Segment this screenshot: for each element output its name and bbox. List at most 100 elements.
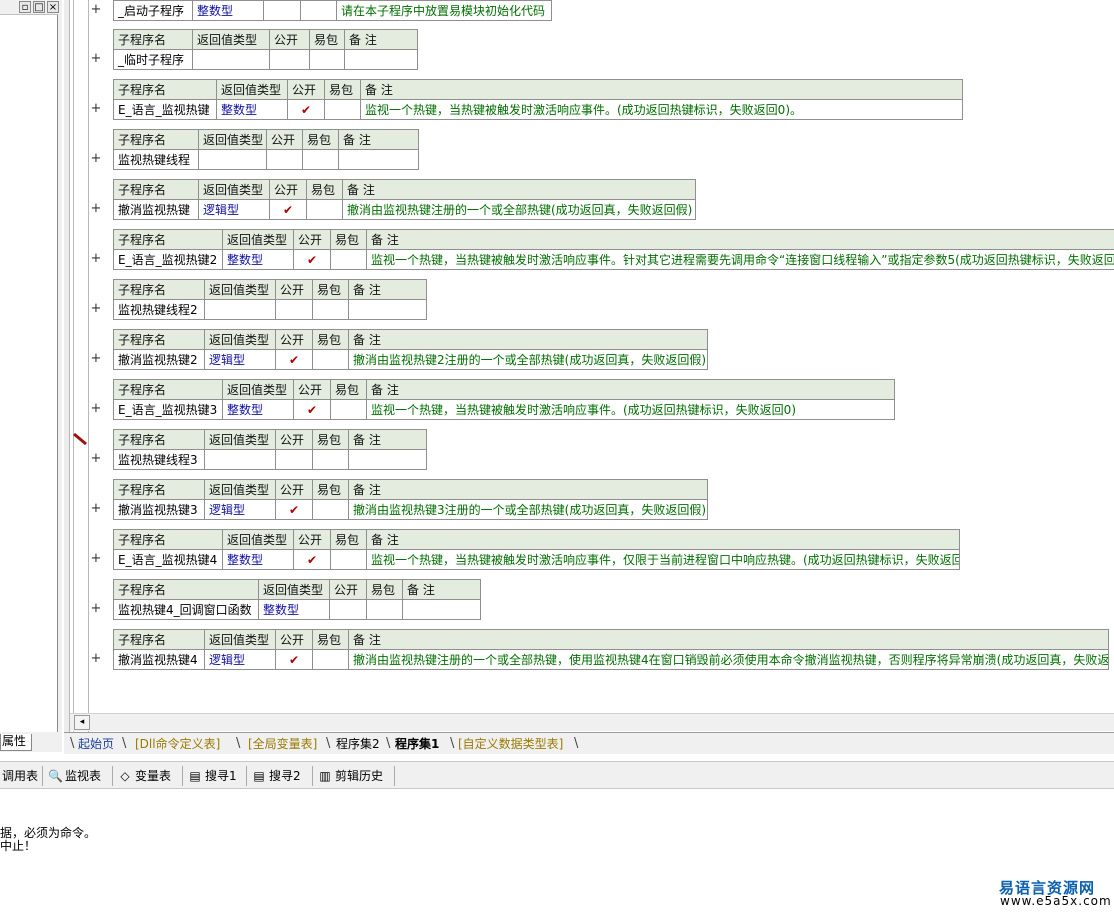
tool-0[interactable]: 调用表 (2, 767, 38, 785)
subroutine-name[interactable]: 撤消监视热键 (113, 199, 199, 220)
subroutine-name[interactable]: 监视热键线程3 (113, 449, 205, 470)
subroutine-name[interactable]: E_语言_监视热键 (113, 99, 217, 120)
easy-pack-flag[interactable] (312, 499, 349, 520)
easy-pack-flag[interactable] (312, 649, 349, 670)
tab-2[interactable]: [全局变量表] (248, 735, 317, 753)
remark[interactable]: 监视一个热键，当热键被触发时激活响应事件。(成功返回热键标识，失败返回0)。 (360, 99, 963, 120)
tab-0[interactable]: 起始页 (78, 735, 114, 753)
subroutine-name[interactable]: 撤消监视热键4 (113, 649, 205, 670)
subroutine-name[interactable]: E_语言_监视热键3 (113, 399, 223, 420)
subroutine-name[interactable]: 监视热键线程2 (113, 299, 205, 320)
expand-icon[interactable]: + (90, 251, 102, 267)
return-type[interactable] (204, 449, 276, 470)
minimize-icon[interactable]: ▫ (19, 1, 31, 13)
expand-icon[interactable]: + (90, 651, 102, 667)
easy-pack-flag[interactable] (330, 549, 367, 570)
tool-5[interactable]: ▥ 剪辑历史 (318, 767, 383, 785)
return-type[interactable] (204, 299, 276, 320)
expand-icon[interactable]: + (90, 551, 102, 567)
easy-pack-flag[interactable] (366, 599, 403, 620)
subroutine-name[interactable]: E_语言_监视热键2 (113, 249, 223, 270)
expand-icon[interactable]: + (90, 51, 102, 67)
restore-icon[interactable]: □ (33, 1, 45, 13)
easy-pack-flag[interactable] (330, 249, 367, 270)
return-type[interactable]: 逻辑型 (204, 349, 276, 370)
easy-pack-flag[interactable] (300, 0, 337, 21)
remark[interactable]: 监视一个热键，当热键被触发时激活响应事件，仅限于当前进程窗口中响应热键。(成功返… (366, 549, 960, 570)
expand-icon[interactable]: + (90, 201, 102, 217)
return-type[interactable]: 整数型 (222, 399, 294, 420)
easy-pack-flag[interactable] (312, 349, 349, 370)
remark[interactable]: 撤消由监视热键3注册的一个或全部热键(成功返回真，失败返回假) (348, 499, 708, 520)
tab-3[interactable]: 程序集2 (336, 735, 380, 753)
return-type[interactable]: 整数型 (258, 599, 330, 620)
expand-icon[interactable]: + (90, 451, 102, 467)
subroutine-name[interactable]: 监视热键线程 (113, 149, 199, 170)
check-icon[interactable]: ✔ (293, 399, 331, 420)
expand-icon[interactable]: + (90, 301, 102, 317)
expand-icon[interactable]: + (90, 2, 102, 18)
return-type[interactable]: 整数型 (222, 249, 294, 270)
close-icon[interactable]: × (47, 1, 59, 13)
tab-1[interactable]: [Dll命令定义表] (135, 735, 220, 753)
easy-pack-flag[interactable] (306, 199, 343, 220)
easy-pack-flag[interactable] (302, 149, 339, 170)
expand-icon[interactable]: + (90, 401, 102, 417)
remark[interactable] (348, 299, 427, 320)
return-type[interactable] (192, 49, 270, 70)
public-flag[interactable] (269, 49, 310, 70)
subroutine-name[interactable]: _启动子程序 (113, 0, 193, 21)
easy-pack-flag[interactable] (324, 99, 361, 120)
return-type[interactable]: 逻辑型 (204, 649, 276, 670)
remark[interactable] (348, 449, 427, 470)
tool-4[interactable]: ▤ 搜寻2 (252, 767, 300, 785)
check-icon[interactable]: ✔ (275, 649, 313, 670)
remark[interactable]: 请在本子程序中放置易模块初始化代码 (336, 0, 552, 21)
expand-icon[interactable]: + (90, 351, 102, 367)
return-type[interactable] (198, 149, 267, 170)
remark[interactable]: 监视一个热键，当热键被触发时激活响应事件。针对其它进程需要先调用命令“连接窗口线… (366, 249, 1114, 270)
return-type[interactable]: 整数型 (222, 549, 294, 570)
horizontal-scrollbar[interactable]: ◂ (70, 713, 1114, 731)
tool-1[interactable]: 🔍 监视表 (48, 767, 101, 785)
tab-5[interactable]: [自定义数据类型表] (458, 735, 563, 753)
check-icon[interactable]: ✔ (287, 99, 325, 120)
public-flag[interactable] (329, 599, 367, 620)
expand-icon[interactable]: + (90, 151, 102, 167)
tool-3[interactable]: ▤ 搜寻1 (188, 767, 236, 785)
remark[interactable] (402, 599, 481, 620)
expand-icon[interactable]: + (90, 601, 102, 617)
subroutine-name[interactable]: 撤消监视热键3 (113, 499, 205, 520)
tab-4[interactable]: 程序集1 (395, 735, 439, 753)
easy-pack-flag[interactable] (309, 49, 345, 70)
subroutine-name[interactable]: E_语言_监视热键4 (113, 549, 223, 570)
scroll-left-arrow-icon[interactable]: ◂ (74, 715, 90, 730)
public-flag[interactable] (266, 149, 303, 170)
easy-pack-flag[interactable] (312, 449, 349, 470)
public-flag[interactable] (275, 449, 313, 470)
tool-2[interactable]: ◇ 变量表 (118, 767, 171, 785)
return-type[interactable]: 整数型 (192, 0, 264, 21)
public-flag[interactable] (275, 299, 313, 320)
remark[interactable] (344, 49, 418, 70)
check-icon[interactable]: ✔ (293, 249, 331, 270)
expand-icon[interactable]: + (90, 101, 102, 117)
remark[interactable] (338, 149, 419, 170)
subroutine-name[interactable]: 监视热键4_回调窗口函数 (113, 599, 259, 620)
remark[interactable]: 监视一个热键，当热键被触发时激活响应事件。(成功返回热键标识，失败返回0) (366, 399, 895, 420)
remark[interactable]: 撤消由监视热键2注册的一个或全部热键(成功返回真，失败返回假) (348, 349, 708, 370)
subroutine-name[interactable]: 撤消监视热键2 (113, 349, 205, 370)
check-icon[interactable]: ✔ (275, 349, 313, 370)
attribute-tab[interactable]: 属性 (0, 734, 32, 751)
return-type[interactable]: 逻辑型 (198, 199, 270, 220)
check-icon[interactable]: ✔ (269, 199, 307, 220)
public-flag[interactable] (263, 0, 301, 21)
subroutine-name[interactable]: _临时子程序 (113, 49, 193, 70)
return-type[interactable]: 整数型 (216, 99, 288, 120)
easy-pack-flag[interactable] (312, 299, 349, 320)
easy-pack-flag[interactable] (330, 399, 367, 420)
check-icon[interactable]: ✔ (293, 549, 331, 570)
return-type[interactable]: 逻辑型 (204, 499, 276, 520)
remark[interactable]: 撤消由监视热键注册的一个或全部热键(成功返回真，失败返回假) (342, 199, 696, 220)
check-icon[interactable]: ✔ (275, 499, 313, 520)
